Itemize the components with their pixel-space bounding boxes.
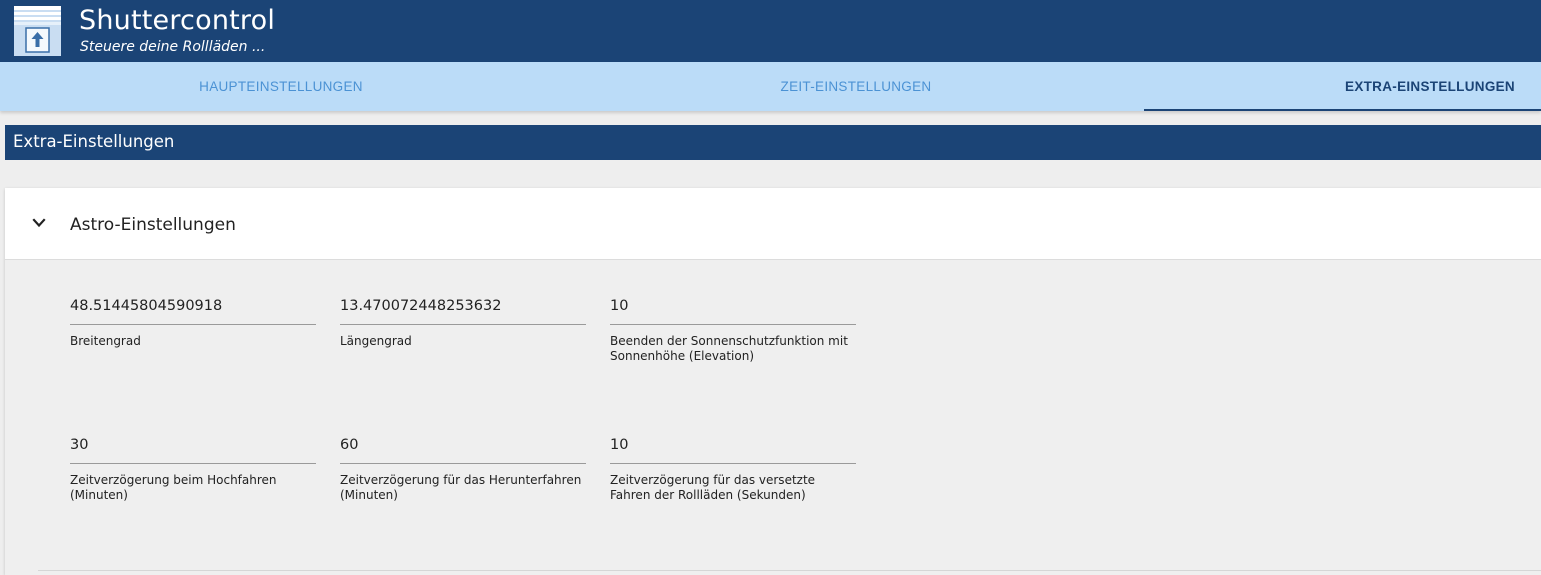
sun-elevation-label: Beenden der Sonnenschutzfunktion mit Son… — [610, 334, 848, 363]
delay-down-field-group: Zeitverzögerung für das Herunterfahren (… — [340, 427, 586, 503]
delay-up-label: Zeitverzögerung beim Hochfahren (Minuten… — [70, 473, 277, 502]
staggered-delay-input[interactable] — [610, 427, 856, 464]
tab-zeit-einstellungen[interactable]: ZEIT-EINSTELLUNGEN — [575, 62, 1137, 111]
app-header: Shuttercontrol Steuere deine Rollläden .… — [0, 0, 1541, 62]
active-tab-indicator — [1144, 109, 1541, 111]
tab-haupteinstellungen[interactable]: HAUPTEINSTELLUNGEN — [0, 62, 562, 111]
astro-settings-panel-header[interactable]: Astro-Einstellungen — [5, 188, 1541, 260]
longitude-label: Längengrad — [340, 334, 412, 348]
longitude-input[interactable] — [340, 288, 586, 325]
delay-down-label: Zeitverzögerung für das Herunterfahren (… — [340, 473, 582, 502]
latitude-input[interactable] — [70, 288, 316, 325]
sun-elevation-input[interactable] — [610, 288, 856, 325]
panel-title: Astro-Einstellungen — [70, 215, 236, 235]
panel-divider — [38, 570, 1541, 571]
tab-extra-einstellungen[interactable]: EXTRA-EINSTELLUNGEN — [1144, 62, 1541, 111]
astro-settings-panel: Astro-Einstellungen Breitengrad Längengr… — [5, 188, 1541, 575]
staggered-delay-label: Zeitverzögerung für das versetzte Fahren… — [610, 473, 816, 502]
app-title: Shuttercontrol — [79, 5, 276, 36]
delay-up-field-group: Zeitverzögerung beim Hochfahren (Minuten… — [70, 427, 316, 503]
tab-bar: HAUPTEINSTELLUNGEN ZEIT-EINSTELLUNGEN EX… — [0, 62, 1541, 111]
section-header: Extra-Einstellungen — [5, 125, 1541, 160]
shutter-logo-icon — [14, 6, 61, 56]
delay-up-input[interactable] — [70, 427, 316, 464]
staggered-delay-field-group: Zeitverzögerung für das versetzte Fahren… — [610, 427, 856, 503]
section-title: Extra-Einstellungen — [13, 132, 175, 151]
longitude-field-group: Längengrad — [340, 288, 586, 349]
latitude-label: Breitengrad — [70, 334, 141, 348]
sun-elevation-field-group: Beenden der Sonnenschutzfunktion mit Son… — [610, 288, 856, 364]
delay-down-input[interactable] — [340, 427, 586, 464]
latitude-field-group: Breitengrad — [70, 288, 316, 349]
chevron-down-icon[interactable] — [32, 216, 46, 230]
app-subtitle: Steuere deine Rollläden ... — [80, 39, 266, 55]
